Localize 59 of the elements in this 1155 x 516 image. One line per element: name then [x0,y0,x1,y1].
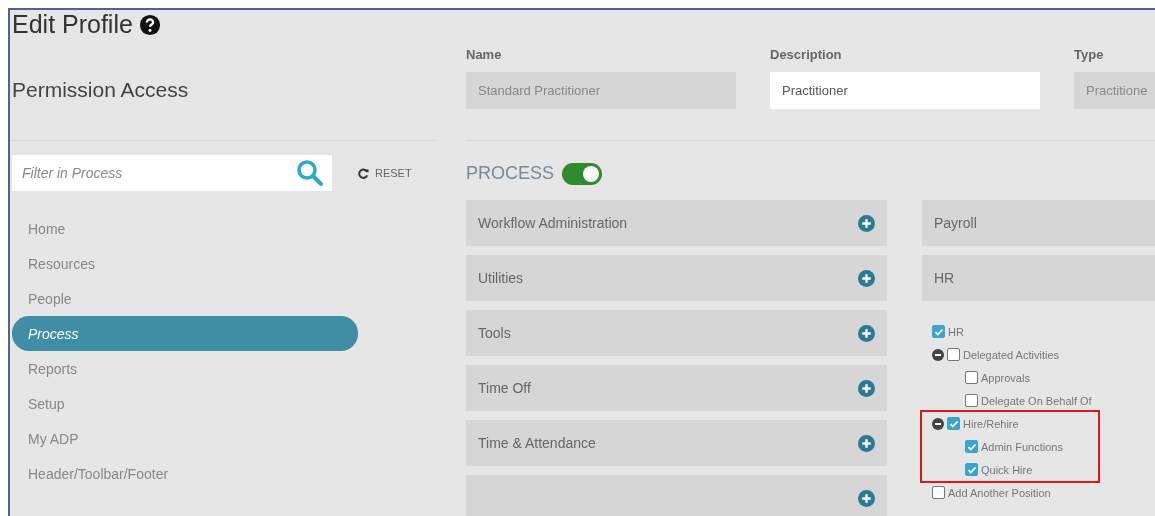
collapse-icon[interactable] [932,348,944,361]
checkbox[interactable] [932,325,945,338]
filter-field[interactable]: Filter in Process [12,155,332,191]
permission-label: Delegate On Behalf Of [981,394,1092,407]
permission-label: Add Another Position [948,486,1051,499]
refresh-icon [358,167,369,179]
field-label: Name [466,47,503,62]
permission-label: Delegated Activities [963,348,1059,361]
plus-icon[interactable] [858,324,875,342]
category-panel[interactable]: Time & Attendance [466,420,887,466]
field-label: Description [770,47,843,62]
permission-label: Approvals [981,371,1030,384]
text-field[interactable]: Practitioner [770,72,1040,109]
section-title: Permission Access [11,77,189,102]
permission-label: HR [948,325,964,338]
field-label: Type [1074,47,1105,62]
category-panel[interactable]: HR [922,255,1155,301]
page-title: Edit Profile [12,10,133,39]
checkbox[interactable] [965,440,978,453]
permission-label: Admin Functions [981,440,1063,453]
sidebar-item[interactable]: People [12,281,358,316]
permission-label: Hire/Rehire [963,417,1019,430]
checkbox[interactable] [947,348,960,361]
checkbox[interactable] [965,371,978,384]
category-panel[interactable]: Utilities [466,255,887,301]
sidebar-item[interactable]: Setup [12,386,358,421]
sidebar-item[interactable]: Process [12,316,358,351]
plus-icon[interactable] [858,489,875,507]
plus-icon[interactable] [858,379,875,397]
permission-label: Quick Hire [981,463,1033,476]
category-panel[interactable]: Time Off [466,365,887,411]
sidebar-item[interactable]: My ADP [12,421,358,456]
sidebar-item[interactable]: Header/Toolbar/Footer [12,456,358,491]
checkbox[interactable] [965,463,978,476]
panel-title: Tools [478,325,511,341]
sidebar-item[interactable]: Home [12,211,358,246]
search-icon[interactable] [296,159,324,187]
sidebar-item[interactable]: Reports [12,351,358,386]
plus-icon[interactable] [858,269,875,287]
panel-title: Utilities [478,270,524,286]
plus-icon[interactable] [858,434,875,452]
process-heading: PROCESS [466,163,555,184]
help-icon[interactable] [138,13,161,36]
reset-button[interactable]: RESET [358,167,412,179]
panel-title: Time Off [478,380,531,396]
checkbox[interactable] [932,486,945,499]
category-panel[interactable]: Tools [466,310,887,356]
collapse-icon[interactable] [932,417,944,430]
panel-title: Time & Attendance [478,435,596,451]
checkbox[interactable] [965,394,978,407]
panel-title: Workflow Administration [478,215,628,231]
plus-icon[interactable] [858,214,875,232]
category-panel[interactable]: Workflow Administration [466,200,887,246]
category-panel[interactable]: Payroll [922,200,1155,246]
panel-title: HR [934,270,955,286]
checkbox[interactable] [947,417,960,430]
toggle-switch[interactable] [562,162,603,185]
panel-title: Payroll [934,215,977,231]
sidebar-item[interactable]: Resources [12,246,358,281]
